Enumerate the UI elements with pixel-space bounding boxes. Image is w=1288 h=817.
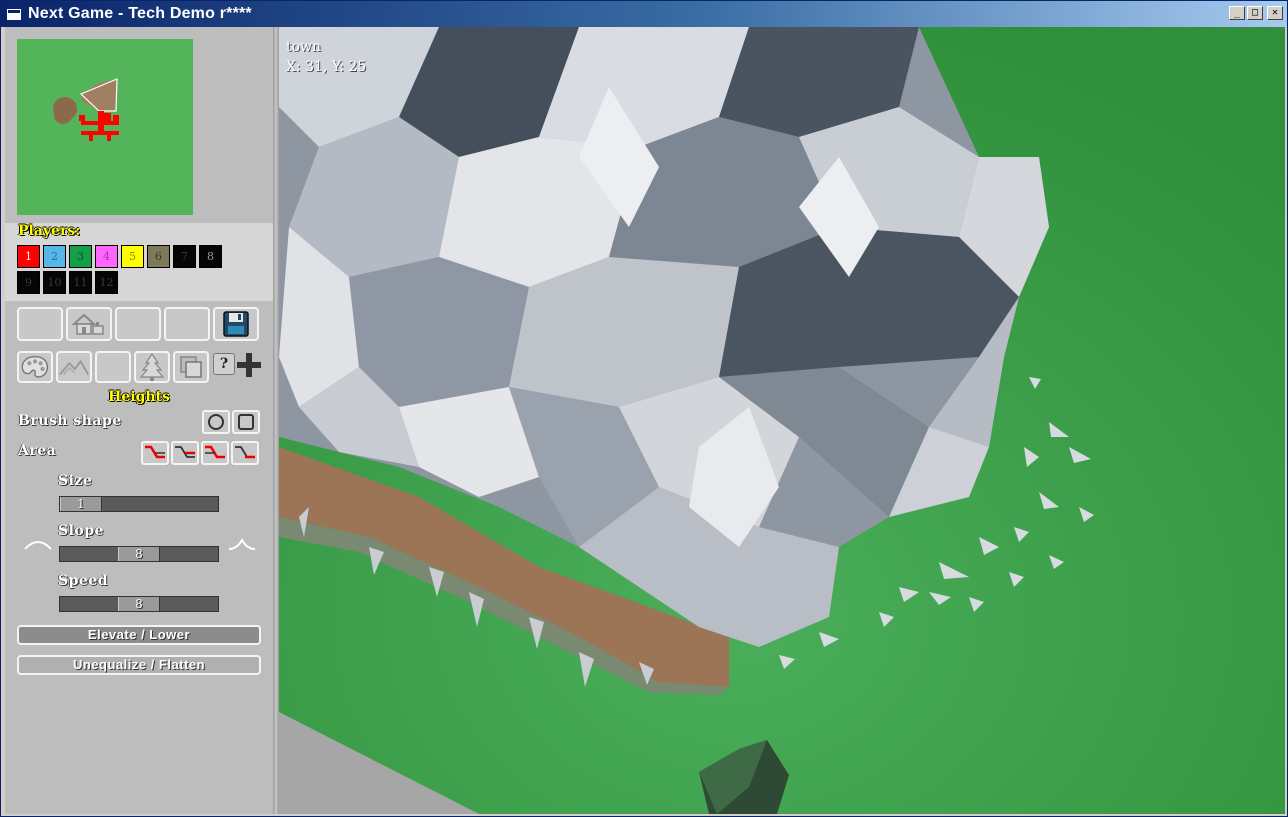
area-curve-icon [175,446,195,458]
player-swatch-1[interactable]: 1 [17,245,40,268]
game-viewport[interactable]: town X: 31, Y: 25 [279,27,1285,814]
paint-tool-button[interactable] [17,351,53,383]
area-mode-3-button[interactable] [201,441,229,465]
speed-value: 8 [135,597,143,611]
player-swatch-10[interactable]: 10 [43,271,66,294]
player-swatch-11[interactable]: 11 [69,271,92,294]
mountains-icon [59,359,89,376]
player-swatch-3[interactable]: 3 [69,245,92,268]
elevate-lower-button[interactable]: Elevate / Lower [17,625,261,645]
maximize-button[interactable]: □ [1247,6,1263,20]
building-icon [71,313,104,335]
circle-icon [208,414,224,430]
slope-value: 8 [135,547,143,561]
area-mode-4-button[interactable] [231,441,259,465]
tree-icon [139,352,165,381]
editor-sidebar: Players: 1 2 3 4 5 6 7 8 9 10 11 12 ? He… [5,27,273,814]
size-slider[interactable]: 1 [59,496,219,512]
area-mode-2-button[interactable] [171,441,199,465]
heights-tool-button[interactable] [56,351,92,383]
save-icon [223,311,249,337]
tool-button-empty-3[interactable] [164,307,210,341]
tool-button-empty-1[interactable] [17,307,63,341]
terrain-render [279,27,1285,814]
building-tool-button[interactable] [66,307,112,341]
player-swatch-9[interactable]: 9 [17,271,40,294]
players-panel: Players: 1 2 3 4 5 6 7 8 9 10 11 12 [5,223,273,301]
copy-tool-button[interactable] [173,351,209,383]
size-value: 1 [77,497,85,511]
player-swatch-6[interactable]: 6 [147,245,170,268]
game-window: Next Game - Tech Demo r**** _ □ ✕ Player… [0,0,1288,817]
slope-soft-icon [24,541,52,550]
brush-square-button[interactable] [232,410,260,434]
area-curve-icon [235,446,255,459]
cursor-coords: X: 31, Y: 25 [286,59,367,75]
area-mode-1-button[interactable] [141,441,169,465]
minimize-button[interactable]: _ [1229,6,1245,20]
player-swatch-8[interactable]: 8 [199,245,222,268]
minimap[interactable] [17,39,193,215]
area-curve-icon [145,445,165,459]
player-swatch-7[interactable]: 7 [173,245,196,268]
area-curve-icon [205,445,225,459]
tool-button-empty-2[interactable] [115,307,161,341]
brush-circle-button[interactable] [202,410,230,434]
palette-icon [21,355,49,378]
window-controls: _ □ ✕ [1229,6,1283,20]
square-icon [238,414,254,430]
player-swatch-12[interactable]: 12 [95,271,118,294]
unequalize-flatten-button[interactable]: Unequalize / Flatten [17,655,261,675]
speed-slider-thumb[interactable]: 8 [118,597,160,611]
players-label: Players: [18,223,81,239]
player-swatch-4[interactable]: 4 [95,245,118,268]
app-icon [6,7,22,21]
slope-slider[interactable]: 8 [59,546,219,562]
terrain-name: town [286,39,322,55]
client-area: Players: 1 2 3 4 5 6 7 8 9 10 11 12 ? He… [5,27,1285,814]
player-swatch-2[interactable]: 2 [43,245,66,268]
area-label: Area [18,443,57,459]
size-label: Size [58,473,93,489]
save-tool-button[interactable] [213,307,259,341]
brush-shape-label: Brush shape [18,413,122,429]
close-button[interactable]: ✕ [1267,6,1283,20]
help-button[interactable]: ? [213,353,235,375]
minimap-render [17,39,193,215]
slope-slider-thumb[interactable]: 8 [118,547,160,561]
copy-icon [180,356,202,378]
heights-title: Heights [108,389,170,405]
trees-tool-button[interactable] [134,351,170,383]
viewport-overlay: town X: 31, Y: 25 [286,37,366,77]
window-title: Next Game - Tech Demo r**** [28,5,252,22]
move-cross-icon[interactable] [235,351,263,379]
speed-label: Speed [58,573,109,589]
size-slider-thumb[interactable]: 1 [60,497,102,511]
slope-label: Slope [58,523,104,539]
title-bar[interactable]: Next Game - Tech Demo r**** _ □ ✕ [1,1,1287,27]
slope-sharp-icon [228,537,256,550]
help-label: ? [219,356,229,372]
tool-button-empty-4[interactable] [95,351,131,383]
speed-slider[interactable]: 8 [59,596,219,612]
player-swatch-5[interactable]: 5 [121,245,144,268]
